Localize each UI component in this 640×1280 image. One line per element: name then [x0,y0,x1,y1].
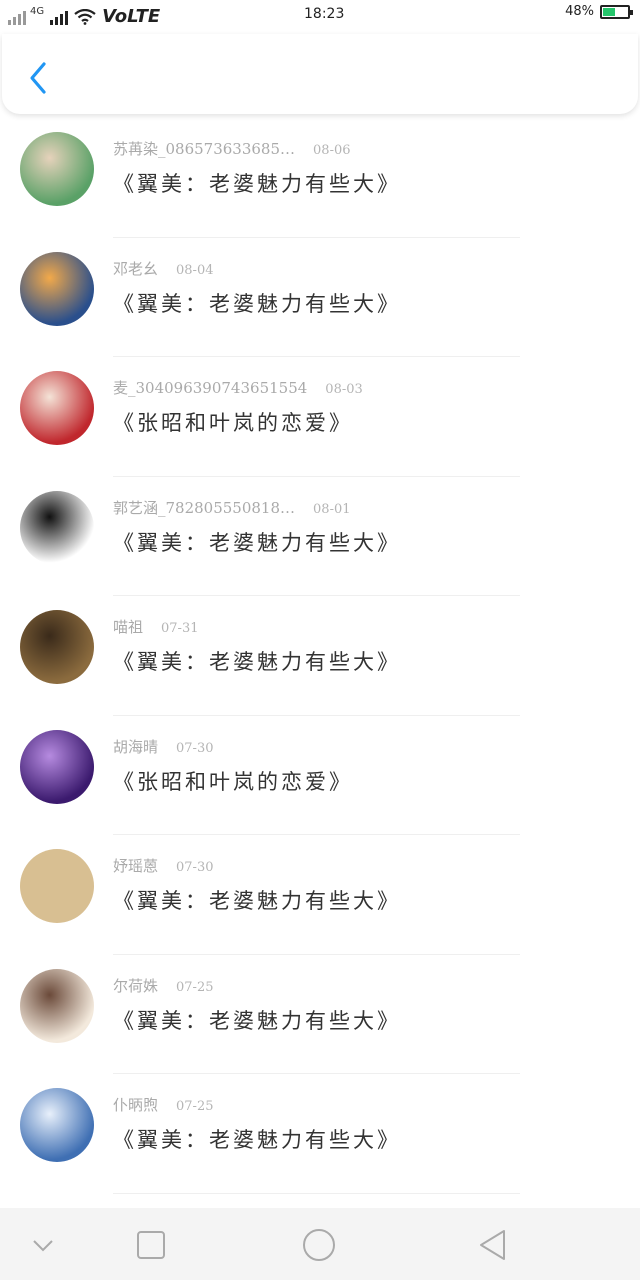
volte-label: VoLTE [102,6,161,27]
avatar[interactable] [20,968,94,1043]
status-bar: 4G VoLTE 18:23 48% [0,0,640,32]
network-type: 4G [30,6,45,17]
avatar[interactable] [20,490,94,565]
item-date: 07-30 [176,740,214,756]
book-title[interactable]: 《张昭和叶岚的恋爱》 [113,766,353,796]
item-meta: 郭艺涵_782805550818… 08-01 [113,497,351,518]
book-title[interactable]: 《翼美：老婆魅力有些大》 [113,527,401,557]
list-item[interactable]: 胡海晴 07-30 《张昭和叶岚的恋爱》 [0,716,640,835]
user-name: 喵祖 [113,618,144,636]
avatar[interactable] [20,849,94,923]
avatar[interactable] [20,132,94,206]
item-meta: 邓老幺 08-04 [113,258,214,279]
item-date: 08-06 [313,143,351,158]
battery-icon [600,4,633,19]
user-name: 胡海晴 [113,737,159,756]
book-title[interactable]: 《翼美：老婆魅力有些大》 [113,885,401,915]
avatar[interactable] [20,610,94,684]
list-item[interactable]: 邓老幺 08-04 《翼美：老婆魅力有些大》 [0,238,640,357]
list-item[interactable]: 苏苒染_086573633685… 08-06 《翼美：老婆魅力有些大》 [0,118,640,238]
list-item[interactable]: 麦_304096390743651554 08-03 《张昭和叶岚的恋爱》 [0,357,640,477]
item-meta: 麦_304096390743651554 08-03 [113,377,363,398]
item-meta: 胡海晴 07-30 [113,736,214,757]
wifi-icon [74,8,96,25]
status-right: 48% [565,4,633,19]
divider [113,1192,520,1194]
item-meta: 仆昞煦 07-25 [113,1094,214,1115]
avatar[interactable] [20,1088,94,1162]
item-date: 08-01 [313,501,351,517]
list-item[interactable]: 妤瑶蒽 07-30 《翼美：老婆魅力有些大》 [0,835,640,955]
item-date: 07-30 [176,860,214,875]
list-item[interactable]: 尔荷姝 07-25 《翼美：老婆魅力有些大》 [0,955,640,1074]
square-icon[interactable] [134,1228,168,1262]
user-name: 邓老幺 [113,259,159,278]
item-date: 07-25 [176,979,214,995]
circle-icon[interactable] [302,1228,336,1262]
battery-percent: 48% [565,4,594,19]
system-nav-bar [0,1208,640,1280]
status-left: 4G VoLTE [8,6,160,27]
chevron-left-icon[interactable] [24,60,52,96]
book-title[interactable]: 《翼美：老婆魅力有些大》 [113,168,401,198]
item-date: 07-25 [176,1099,214,1114]
item-date: 08-03 [325,382,363,397]
avatar[interactable] [20,371,94,445]
list-item[interactable]: 郭艺涵_782805550818… 08-01 《翼美：老婆魅力有些大》 [0,477,640,596]
user-name: 仆昞煦 [113,1096,159,1114]
item-meta: 妤瑶蒽 07-30 [113,855,214,876]
chevron-down-icon[interactable] [26,1228,60,1262]
user-name: 苏苒染_086573633685… [113,140,296,158]
comment-list: 苏苒染_086573633685… 08-06 《翼美：老婆魅力有些大》 邓老幺 08-… [0,118,640,1194]
book-title[interactable]: 《翼美：老婆魅力有些大》 [113,1124,401,1154]
list-item[interactable]: 喵祖 07-31 《翼美：老婆魅力有些大》 [0,596,640,716]
clock: 18:23 [304,6,345,22]
user-name: 麦_304096390743651554 [113,379,308,397]
top-bar [2,34,638,114]
book-title[interactable]: 《张昭和叶岚的恋爱》 [113,407,353,437]
user-name: 妤瑶蒽 [113,857,159,875]
book-title[interactable]: 《翼美：老婆魅力有些大》 [113,646,401,676]
avatar[interactable] [20,251,94,326]
signal-icon [8,9,26,25]
item-date: 08-04 [176,262,214,278]
book-title[interactable]: 《翼美：老婆魅力有些大》 [113,1005,401,1035]
book-title[interactable]: 《翼美：老婆魅力有些大》 [113,288,401,318]
item-date: 07-31 [161,621,199,636]
item-meta: 苏苒染_086573633685… 08-06 [113,138,351,159]
battery-fill [603,7,615,16]
item-meta: 喵祖 07-31 [113,616,199,637]
signal-icon-2 [50,9,69,25]
triangle-back-icon[interactable] [476,1228,510,1262]
user-name: 郭艺涵_782805550818… [113,498,296,517]
item-meta: 尔荷姝 07-25 [113,975,214,996]
list-item[interactable]: 仆昞煦 07-25 《翼美：老婆魅力有些大》 [0,1074,640,1194]
avatar[interactable] [20,729,94,804]
user-name: 尔荷姝 [113,976,159,995]
